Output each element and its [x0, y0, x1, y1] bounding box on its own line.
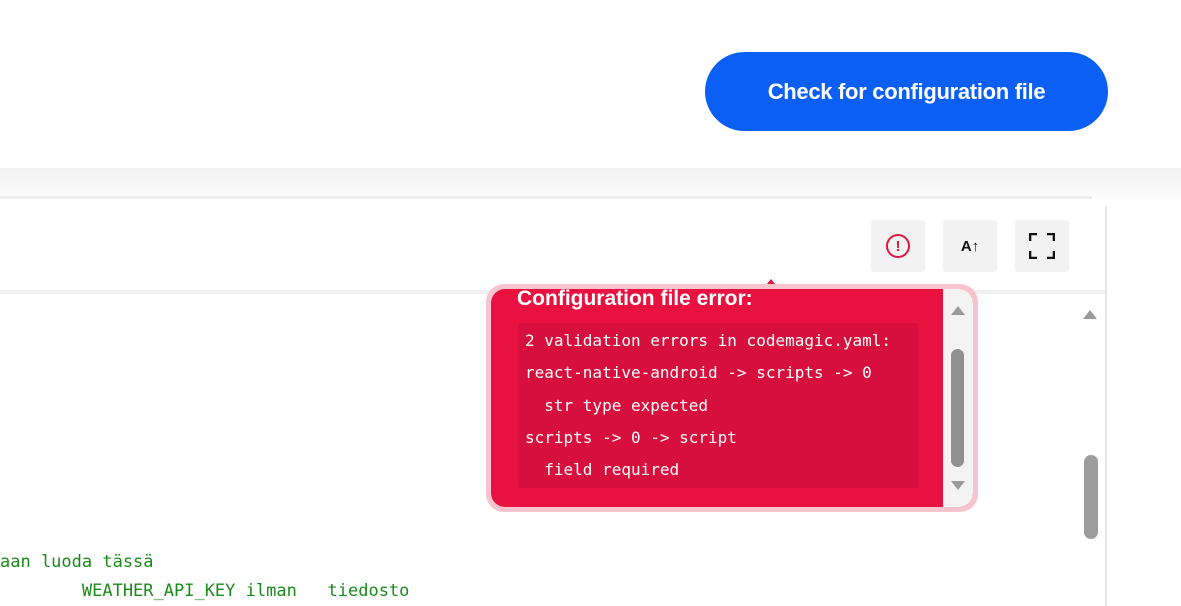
editor-scroll-thumb[interactable] — [1084, 455, 1098, 539]
exclamation-circle-icon: ! — [886, 234, 910, 258]
error-line: react-native-android -> scripts -> 0 — [525, 363, 872, 382]
fullscreen-button[interactable] — [1015, 220, 1069, 272]
config-error-button[interactable]: ! — [871, 220, 925, 272]
scroll-up-arrow-icon[interactable] — [951, 306, 965, 315]
scroll-down-arrow-icon[interactable] — [951, 481, 965, 490]
scroll-up-arrow-icon[interactable] — [1083, 310, 1097, 319]
code-comment-line: aan luoda tässä — [0, 552, 154, 572]
fullscreen-icon — [1029, 233, 1055, 259]
check-config-button[interactable]: Check for configuration file — [705, 52, 1108, 131]
error-message-block: 2 validation errors in codemagic.yaml: r… — [518, 323, 918, 488]
popover-title: Configuration file error: — [517, 289, 753, 310]
error-line: 2 validation errors in codemagic.yaml: — [525, 331, 892, 350]
editor-scrollbar[interactable] — [1081, 300, 1101, 591]
divider-line — [0, 196, 1092, 199]
error-line: field required — [525, 460, 680, 479]
font-size-button[interactable]: A↑ — [943, 220, 997, 272]
error-line: scripts -> 0 -> script — [525, 428, 737, 447]
font-size-icon: A↑ — [960, 237, 980, 255]
code-comment-line: WEATHER_API_KEY ilman tiedosto — [0, 581, 410, 601]
popover-scroll-thumb[interactable] — [951, 349, 964, 467]
error-line: str type expected — [525, 396, 709, 415]
popover-scrollbar[interactable] — [943, 289, 973, 507]
config-error-popover: Configuration file error: 2 validation e… — [486, 284, 978, 512]
